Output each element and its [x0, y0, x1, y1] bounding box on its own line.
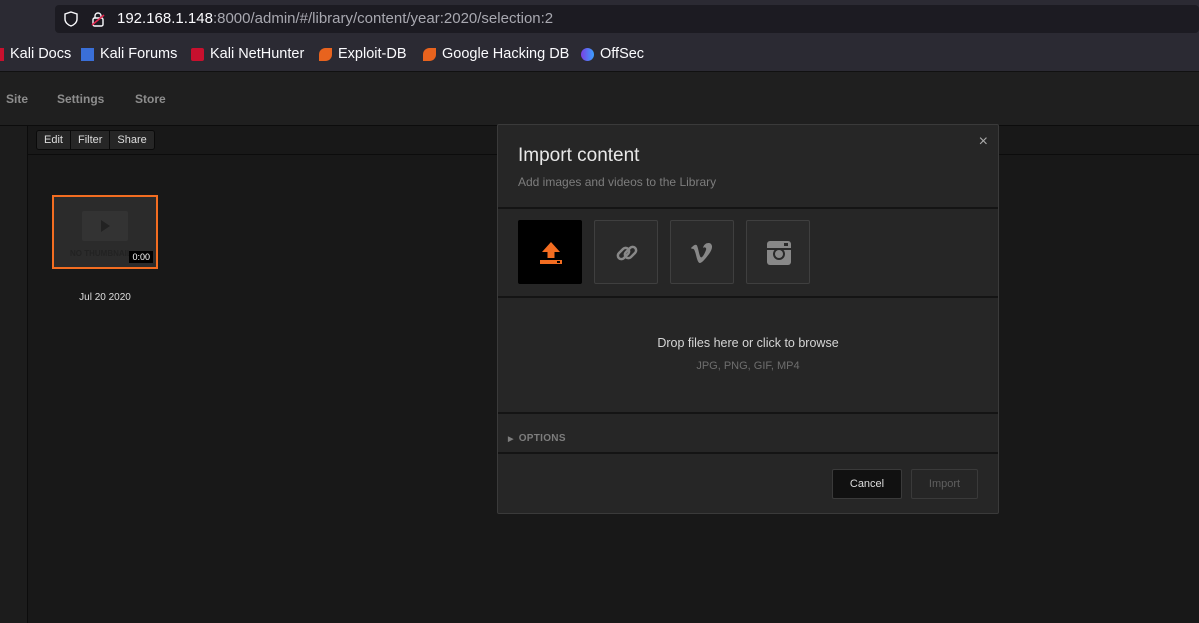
- nethunter-icon: [191, 47, 204, 61]
- exploit-db-icon: [319, 47, 332, 61]
- shield-icon[interactable]: [63, 11, 79, 27]
- import-content-dialog: × Import content Add images and videos t…: [497, 124, 999, 514]
- instagram-icon: [767, 241, 791, 265]
- dialog-title: Import content: [518, 145, 640, 166]
- bookmark-label: OffSec: [600, 46, 645, 62]
- bookmark-kali-nethunter[interactable]: Kali NetHunter: [191, 46, 304, 62]
- no-thumbnail-text: NO THUMBNAIL: [70, 249, 132, 258]
- play-icon: [82, 211, 128, 241]
- kali-forums-icon: [81, 47, 94, 61]
- insecure-lock-icon[interactable]: [90, 11, 106, 27]
- thumbnail-date: Jul 20 2020: [79, 292, 131, 303]
- bookmark-label: Kali NetHunter: [210, 46, 305, 62]
- upload-source-button[interactable]: [518, 220, 582, 284]
- media-thumbnail[interactable]: NO THUMBNAIL 0:00: [52, 195, 158, 269]
- supported-formats-text: JPG, PNG, GIF, MP4: [696, 360, 800, 372]
- duration-badge: 0:00: [129, 251, 153, 263]
- bookmark-kali-forums[interactable]: Kali Forums: [81, 46, 177, 62]
- bookmark-kali-docs[interactable]: Kali Docs: [0, 46, 71, 62]
- url-host: 192.168.1.148: [117, 10, 213, 27]
- share-button[interactable]: Share: [110, 131, 154, 149]
- divider: [498, 207, 998, 209]
- url-text[interactable]: 192.168.1.148:8000/admin/#/library/conte…: [117, 10, 553, 27]
- drop-zone-text: Drop files here or click to browse: [657, 336, 839, 350]
- bookmark-google-hacking-db[interactable]: Google Hacking DB: [423, 46, 569, 62]
- link-source-button[interactable]: [594, 220, 658, 284]
- bookmark-exploit-db[interactable]: Exploit-DB: [319, 46, 407, 62]
- vimeo-icon: [691, 243, 713, 263]
- address-bar[interactable]: 192.168.1.148:8000/admin/#/library/conte…: [55, 5, 1199, 33]
- bookmark-offsec[interactable]: OffSec: [581, 46, 644, 62]
- bookmark-label: Exploit-DB: [338, 46, 407, 62]
- dialog-subtitle: Add images and videos to the Library: [518, 175, 717, 189]
- offsec-icon: [581, 47, 594, 61]
- nav-settings[interactable]: Settings: [57, 92, 104, 106]
- app-header: Site Settings Store: [0, 72, 1199, 126]
- cancel-button[interactable]: Cancel: [832, 469, 902, 499]
- nav-site[interactable]: Site: [6, 92, 28, 106]
- triangle-right-icon: ▶: [508, 436, 514, 443]
- instagram-source-button[interactable]: [746, 220, 810, 284]
- sidebar-strip: [0, 126, 28, 623]
- divider: [498, 452, 998, 454]
- upload-icon: [540, 242, 562, 264]
- options-toggle[interactable]: ▶ OPTIONS: [508, 433, 566, 444]
- bookmarks-bar: Kali Docs Kali Forums Kali NetHunter Exp…: [0, 38, 1199, 72]
- vimeo-source-button[interactable]: [670, 220, 734, 284]
- url-path: :8000/admin/#/library/content/year:2020/…: [212, 10, 554, 27]
- bookmark-label: Kali Forums: [100, 46, 178, 62]
- toolbar-button-group: Edit Filter Share: [36, 130, 155, 150]
- edit-button[interactable]: Edit: [37, 131, 71, 149]
- options-label: OPTIONS: [518, 433, 566, 444]
- kali-icon: [0, 47, 4, 61]
- drop-zone[interactable]: Drop files here or click to browse JPG, …: [498, 298, 998, 412]
- filter-button[interactable]: Filter: [70, 131, 111, 149]
- nav-store[interactable]: Store: [135, 92, 166, 106]
- close-icon[interactable]: ×: [979, 133, 988, 151]
- link-icon: [616, 245, 638, 261]
- bookmark-label: Google Hacking DB: [442, 46, 570, 62]
- browser-toolbar: 192.168.1.148:8000/admin/#/library/conte…: [0, 0, 1199, 38]
- bookmark-label: Kali Docs: [10, 46, 72, 62]
- divider: [498, 412, 998, 414]
- ghdb-icon: [423, 47, 436, 61]
- import-button[interactable]: Import: [911, 469, 978, 499]
